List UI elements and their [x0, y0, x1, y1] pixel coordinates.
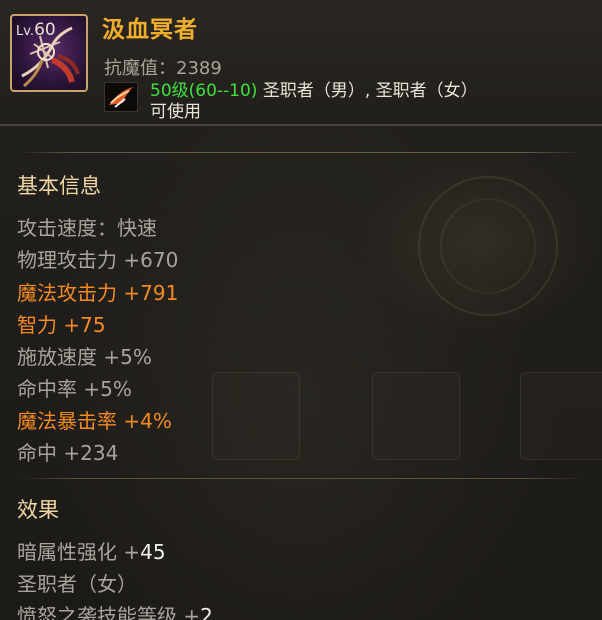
- stat-label: 魔法攻击力: [17, 281, 124, 305]
- stat-value: +75: [63, 313, 106, 337]
- stat-hit-rate: 命中率 +5%: [17, 373, 132, 402]
- stat-label: 攻击速度：快速: [17, 216, 157, 240]
- background-slot: [372, 372, 460, 460]
- item-level-prefix: Lv.: [16, 24, 35, 39]
- effect-label: 暗属性强化 +: [17, 540, 141, 564]
- stat-label: 智力: [17, 313, 64, 337]
- stat-value: +234: [63, 441, 119, 465]
- item-tooltip: Lv.60 汲血冥者 抗魔值：2389 50级(60--10) 圣职者（男）, …: [0, 0, 602, 620]
- section-divider: [18, 152, 584, 153]
- effect-class-restriction: 圣职者（女）: [17, 568, 137, 597]
- item-name: 汲血冥者: [102, 17, 198, 43]
- stat-label: 施放速度: [17, 345, 104, 369]
- stat-label: 命中: [17, 441, 64, 465]
- holy-class-icon-art: [109, 87, 133, 108]
- stat-label: 魔法暴击率: [17, 409, 124, 433]
- requirement-classes: 圣职者（男）, 圣职者（女）: [257, 81, 478, 101]
- stat-attack-speed: 攻击速度：快速: [17, 212, 157, 241]
- effect-skill-level: 愤怒之袭技能等级 +2: [17, 600, 213, 620]
- item-level-badge: Lv.60: [16, 20, 56, 40]
- stat-value: +670: [123, 248, 179, 272]
- spider-weapon-icon: Lv.60: [10, 14, 88, 92]
- stat-hit: 命中 +234: [17, 437, 118, 466]
- effect-value: 2: [200, 604, 213, 620]
- usable-status: 可使用: [150, 102, 201, 122]
- effects-title: 效果: [17, 498, 59, 522]
- stat-label: 物理攻击力: [17, 248, 124, 272]
- stat-value: +4%: [123, 409, 172, 433]
- section-divider: [18, 478, 584, 479]
- effect-label: 愤怒之袭技能等级 +: [17, 604, 201, 620]
- background-slot: [520, 372, 602, 460]
- stat-cast-speed: 施放速度 +5%: [17, 341, 152, 370]
- stat-value: +5%: [103, 345, 152, 369]
- basic-info-title: 基本信息: [17, 174, 101, 198]
- tooltip-header: Lv.60 汲血冥者 抗魔值：2389 50级(60--10) 圣职者（男）, …: [0, 0, 602, 124]
- stat-label: 命中率: [17, 377, 84, 401]
- stat-magic-crit: 魔法暴击率 +4%: [17, 405, 172, 434]
- effect-label: 圣职者（女）: [17, 572, 137, 596]
- holy-class-icon: [104, 82, 138, 112]
- effect-dark-enhance: 暗属性强化 +45: [17, 536, 166, 565]
- background-emblem-inner: [440, 198, 536, 294]
- stat-physical-attack: 物理攻击力 +670: [17, 244, 178, 273]
- stat-value: +5%: [83, 377, 132, 401]
- stat-value: +791: [123, 281, 179, 305]
- effect-value: 45: [140, 540, 166, 564]
- background-slot: [212, 372, 300, 460]
- header-divider: [0, 124, 602, 126]
- item-level-value: 60: [34, 20, 56, 40]
- stat-intelligence: 智力 +75: [17, 309, 106, 338]
- stat-magic-attack: 魔法攻击力 +791: [17, 277, 178, 306]
